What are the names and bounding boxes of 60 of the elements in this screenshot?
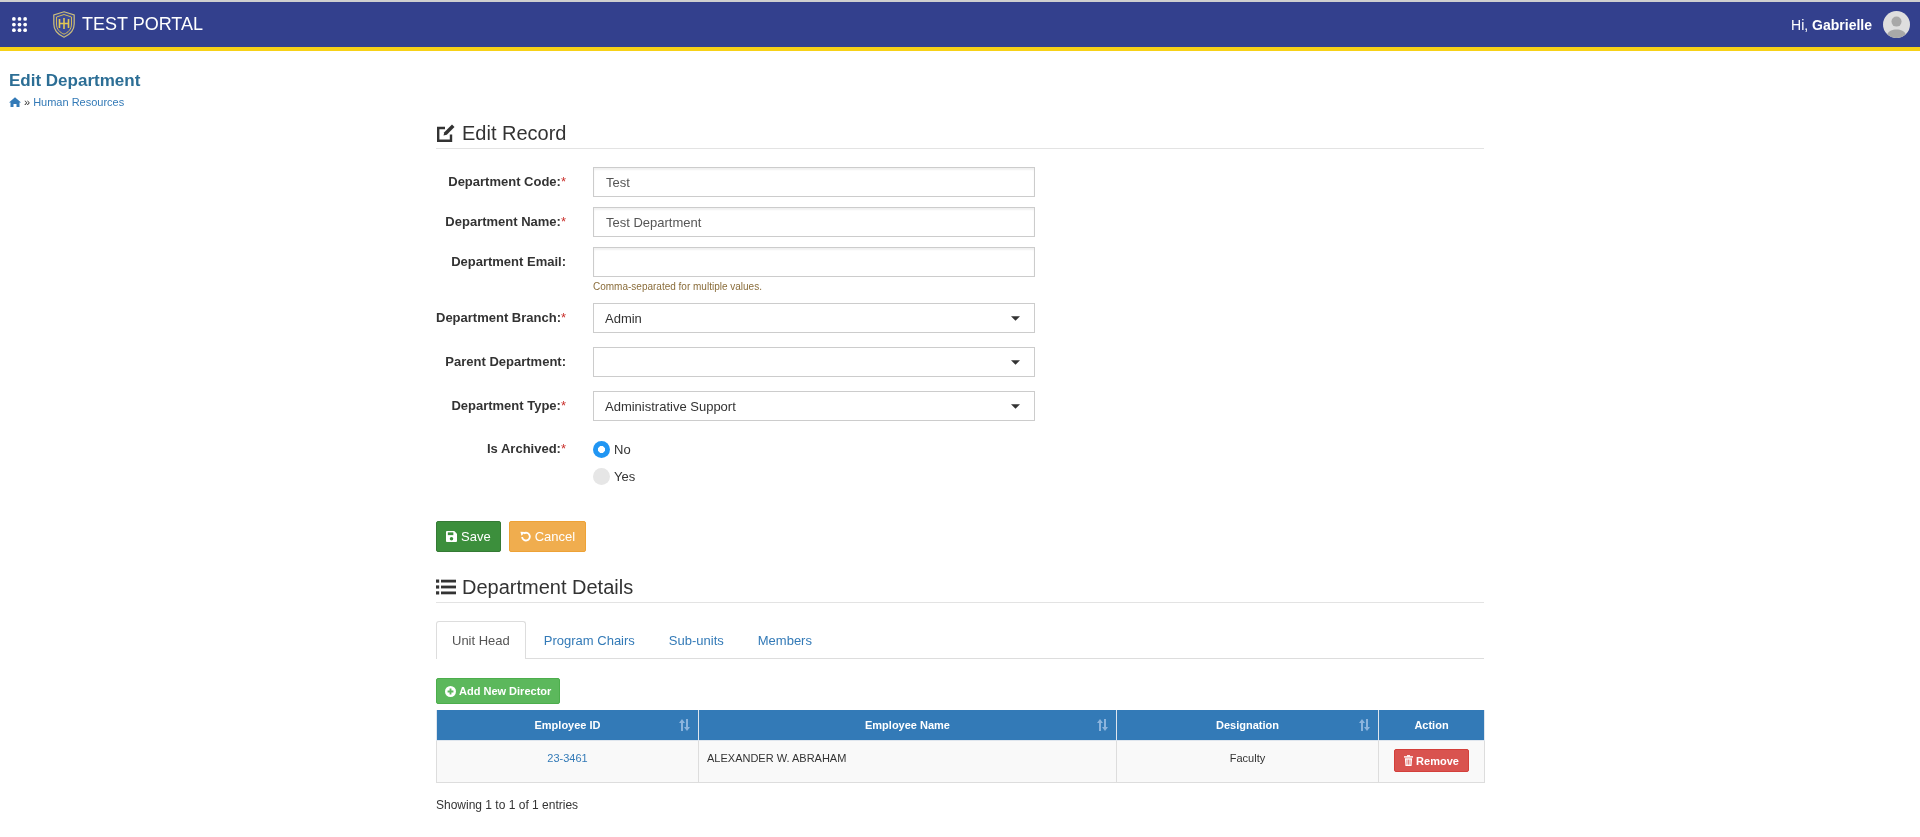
- column-header[interactable]: Employee ID: [436, 710, 699, 741]
- breadcrumb-separator: »: [24, 95, 31, 109]
- option-label[interactable]: Yes: [614, 468, 636, 484]
- radio-button[interactable]: [593, 467, 610, 485]
- save-button[interactable]: Save: [436, 521, 501, 552]
- text-input[interactable]: Test Department: [593, 207, 1035, 237]
- plus-circle-icon: [445, 685, 456, 697]
- trash-icon: [1404, 755, 1414, 766]
- section-heading: Edit Record: [462, 121, 567, 145]
- employee-id-link[interactable]: 23-3461: [547, 752, 588, 764]
- list-icon: [436, 579, 456, 595]
- home-icon[interactable]: [9, 97, 21, 107]
- field-label: Is Archived:: [487, 441, 561, 456]
- field-label: Department Type:: [451, 398, 561, 413]
- section-heading: Department Details: [462, 575, 634, 599]
- required-mark: *: [560, 398, 566, 413]
- table-cell: Faculty: [1116, 740, 1379, 783]
- tab[interactable]: Sub-units: [652, 621, 740, 659]
- help-text: Comma-separated for multiple values.: [593, 281, 762, 292]
- column-header[interactable]: Designation: [1116, 710, 1379, 741]
- select-field[interactable]: Administrative Support: [593, 391, 1035, 421]
- caret-icon: [1011, 315, 1020, 321]
- column-header: Action: [1378, 710, 1485, 741]
- required-mark: *: [560, 214, 566, 229]
- required-mark: *: [560, 441, 566, 456]
- user-greeting: Hi, Gabrielle: [1791, 16, 1872, 33]
- undo-icon: [519, 531, 531, 542]
- remove-button[interactable]: Remove: [1394, 749, 1469, 772]
- tab[interactable]: Program Chairs: [527, 621, 651, 659]
- table-cell: ALEXANDER W. ABRAHAM: [698, 740, 1117, 783]
- page-title: Edit Department: [9, 70, 141, 92]
- required-mark: *: [560, 174, 566, 189]
- tab[interactable]: Unit Head: [436, 621, 526, 659]
- sort-icon[interactable]: [679, 719, 690, 731]
- radio-button[interactable]: [593, 440, 610, 458]
- sort-icon[interactable]: [1359, 719, 1370, 731]
- grid-menu-icon[interactable]: [12, 17, 27, 32]
- text-input[interactable]: [593, 247, 1035, 277]
- field-label: Department Code:: [448, 174, 561, 189]
- table-info: Showing 1 to 1 of 1 entries: [436, 798, 579, 812]
- select-field[interactable]: [593, 347, 1035, 377]
- select-field[interactable]: Admin: [593, 303, 1035, 333]
- edit-icon: [436, 123, 456, 143]
- user-avatar-icon[interactable]: [1883, 11, 1910, 38]
- caret-icon: [1011, 359, 1020, 365]
- breadcrumb-link[interactable]: Human Resources: [33, 95, 125, 109]
- field-label: Department Name:: [445, 214, 561, 229]
- field-label: Parent Department:: [445, 354, 566, 369]
- field-label: Department Branch:: [436, 310, 561, 325]
- shield-logo-icon: [53, 11, 75, 38]
- add-director-button[interactable]: Add New Director: [436, 678, 561, 704]
- app-title: TEST PORTAL: [82, 14, 204, 35]
- field-label: Department Email:: [451, 254, 566, 269]
- sort-icon[interactable]: [1097, 719, 1108, 731]
- text-input[interactable]: Test: [593, 167, 1035, 197]
- column-header[interactable]: Employee Name: [698, 710, 1117, 741]
- option-label[interactable]: No: [614, 441, 631, 457]
- required-mark: *: [560, 310, 567, 325]
- caret-icon: [1011, 403, 1020, 409]
- tab[interactable]: Members: [741, 621, 828, 659]
